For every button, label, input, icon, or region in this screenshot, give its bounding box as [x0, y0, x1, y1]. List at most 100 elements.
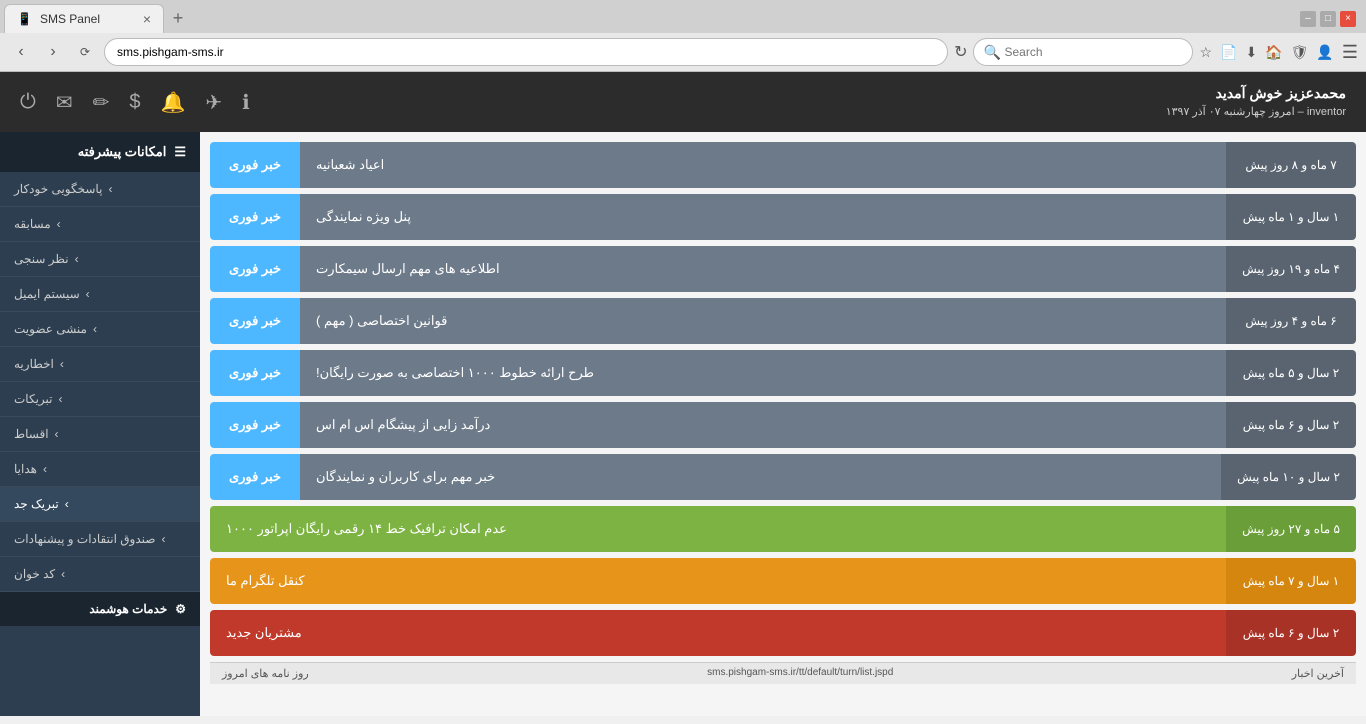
news-list: ۷ ماه و ۸ روز پیش اعیاد شعبانیه خبر فوری…: [210, 142, 1356, 656]
news-item[interactable]: ۲ سال و ۶ ماه پیش درآمد زایی از پیشگام ا…: [210, 402, 1356, 448]
menu-btn[interactable]: ☰: [1342, 42, 1358, 63]
footer-bar: آخرین اخبار sms.pishgam-sms.ir/tt/defaul…: [210, 662, 1356, 684]
user-name: محمدعزیز خوش آمدید: [1166, 83, 1346, 104]
back-btn[interactable]: ‹: [8, 39, 34, 65]
news-badge: خبر فوری: [210, 454, 300, 500]
news-item[interactable]: ۶ ماه و ۴ روز پیش قوانین اختصاصی ( مهم )…: [210, 298, 1356, 344]
news-title: درآمد زایی از پیشگام اس ام اس: [300, 402, 1226, 448]
sidebar-item[interactable]: › هدایا: [0, 452, 200, 487]
sidebar-item[interactable]: › اخطاریه: [0, 347, 200, 382]
bookmark-star-icon[interactable]: ☆: [1199, 44, 1212, 61]
news-item[interactable]: ۷ ماه و ۸ روز پیش اعیاد شعبانیه خبر فوری: [210, 142, 1356, 188]
news-title: اطلاعیه های مهم ارسال سیمکارت: [300, 246, 1226, 292]
power-btn[interactable]: ⏻: [20, 91, 36, 114]
sidebar-item[interactable]: ›کد خوان: [0, 557, 200, 592]
chevron-icon: ›: [61, 567, 65, 581]
address-bar-row: ‹ › ⟳ ↻ 🔍 ☆ 📄 ⬇ 🏠 🛡 👤 ☰: [0, 33, 1366, 71]
home-btn[interactable]: ⟳: [72, 39, 98, 65]
sidebar-item-label: اخطاریه: [14, 357, 54, 371]
news-item[interactable]: ۴ ماه و ۱۹ روز پیش اطلاعیه های مهم ارسال…: [210, 246, 1356, 292]
news-date: ۴ ماه و ۱۹ روز پیش: [1226, 246, 1356, 292]
news-item[interactable]: ۲ سال و ۶ ماه پیش مشتریان جدید: [210, 610, 1356, 656]
reader-icon[interactable]: 📄: [1220, 44, 1237, 61]
chevron-icon: ›: [55, 427, 59, 441]
news-date: ۵ ماه و ۲۷ روز پیش: [1226, 506, 1356, 552]
news-title: قوانین اختصاصی ( مهم ): [300, 298, 1226, 344]
user-info: محمدعزیز خوش آمدید inventor – امروز چهار…: [1166, 83, 1346, 121]
news-date: ۱ سال و ۷ ماه پیش: [1226, 558, 1356, 604]
news-item[interactable]: ۵ ماه و ۲۷ روز پیش عدم امکان ترافیک خط ۱…: [210, 506, 1356, 552]
sidebar-item[interactable]: ›تبریک جد: [0, 487, 200, 522]
content-area: ۷ ماه و ۸ روز پیش اعیاد شعبانیه خبر فوری…: [200, 132, 1366, 716]
news-item[interactable]: ۲ سال و ۵ ماه پیش طرح ارائه خطوط ۱۰۰۰ اخ…: [210, 350, 1356, 396]
news-date: ۲ سال و ۵ ماه پیش: [1226, 350, 1356, 396]
main-content: ۷ ماه و ۸ روز پیش اعیاد شعبانیه خبر فوری…: [0, 132, 1366, 716]
sidebar-item-label: تبریکات: [14, 392, 53, 406]
news-date: ۶ ماه و ۴ روز پیش: [1226, 298, 1356, 344]
news-title: پنل ویژه نمایندگی: [300, 194, 1226, 240]
browser-chrome: 📱 SMS Panel × + – □ × ‹ › ⟳ ↻ 🔍 ☆ 📄 ⬇ 🏠 …: [0, 0, 1366, 72]
news-date: ۲ سال و ۱۰ ماه پیش: [1221, 454, 1356, 500]
right-sidebar: ☰ امکانات پیشرفته › پاسخگویی خودکار › مسابق…: [0, 132, 200, 716]
sidebar-items: ›پاسخگویی خودکار›مسابقه›نظر سنجی›سیستم ا…: [0, 172, 200, 592]
sidebar-item-label: نظر سنجی: [14, 252, 69, 266]
news-badge: خبر فوری: [210, 350, 300, 396]
shield-icon[interactable]: 🛡: [1291, 44, 1309, 61]
tab-bar: 📱 SMS Panel × + – □ ×: [0, 0, 1366, 33]
sidebar-item-label: پاسخگویی خودکار: [14, 182, 102, 196]
sidebar-item[interactable]: ›منشی عضویت: [0, 312, 200, 347]
sidebar-item[interactable]: › اقساط: [0, 417, 200, 452]
chevron-icon: ›: [43, 462, 47, 476]
footer-url: sms.pishgam-sms.ir/tt/default/turn/list.…: [707, 667, 893, 680]
notification-btn[interactable]: 🔔: [160, 90, 185, 115]
news-item[interactable]: ۱ سال و ۷ ماه پیش کنقل تلگرام ما: [210, 558, 1356, 604]
refresh-btn[interactable]: ↻: [954, 42, 967, 62]
active-tab[interactable]: 📱 SMS Panel ×: [4, 4, 164, 33]
send-btn[interactable]: ✈: [205, 90, 222, 115]
address-input[interactable]: [104, 38, 948, 66]
sidebar-item[interactable]: › پاسخگویی خودکار: [0, 172, 200, 207]
window-minimize-btn[interactable]: –: [1300, 11, 1316, 27]
chevron-icon: ›: [59, 392, 63, 406]
news-title: اعیاد شعبانیه: [300, 142, 1226, 188]
sidebar-item-label: اقساط: [14, 427, 49, 441]
sidebar-item-label: مسابقه: [14, 217, 51, 231]
email-btn[interactable]: ✉: [56, 90, 73, 115]
chevron-icon: ›: [57, 217, 61, 231]
sidebar-header: ☰ امکانات پیشرفته: [0, 132, 200, 172]
sidebar-item[interactable]: ›صندوق انتقادات و پیشنهادات: [0, 522, 200, 557]
chevron-icon: ›: [93, 322, 97, 336]
news-date: ۷ ماه و ۸ روز پیش: [1226, 142, 1356, 188]
sidebar-item-label: هدایا: [14, 462, 37, 476]
sidebar-item[interactable]: ›نظر سنجی: [0, 242, 200, 277]
news-title: کنقل تلگرام ما: [210, 558, 1226, 604]
search-input[interactable]: [973, 38, 1193, 66]
download-icon[interactable]: ⬇: [1245, 44, 1257, 61]
billing-btn[interactable]: $: [129, 91, 140, 114]
new-tab-btn[interactable]: +: [164, 5, 192, 33]
forward-btn[interactable]: ›: [40, 39, 66, 65]
window-maximize-btn[interactable]: □: [1320, 11, 1336, 27]
tab-close-btn[interactable]: ×: [143, 11, 151, 27]
news-date: ۲ سال و ۶ ماه پیش: [1226, 610, 1356, 656]
news-badge: خبر فوری: [210, 194, 300, 240]
sidebar-item-label: تبریک جد: [14, 497, 59, 511]
news-badge: خبر فوری: [210, 246, 300, 292]
chevron-icon: ›: [108, 182, 112, 196]
sidebar-item[interactable]: › مسابقه: [0, 207, 200, 242]
home-icon[interactable]: 🏠: [1265, 44, 1282, 61]
list-icon: ☰: [174, 144, 186, 160]
tab-icon: 📱: [17, 12, 32, 26]
sidebar-item[interactable]: ›سیستم ایمیل: [0, 277, 200, 312]
window-close-btn[interactable]: ×: [1340, 11, 1356, 27]
info-btn[interactable]: ℹ: [242, 90, 250, 115]
user-subtitle: inventor – امروز چهارشنبه ۰۷ آذر ۱۳۹۷: [1166, 104, 1346, 121]
profile-icon[interactable]: 👤: [1316, 44, 1333, 61]
news-item[interactable]: ۲ سال و ۱۰ ماه پیش خبر مهم برای کاربران …: [210, 454, 1356, 500]
sidebar-footer-label: خدمات هوشمند: [89, 602, 167, 616]
compose-btn[interactable]: ✏: [93, 90, 110, 115]
news-title: مشتریان جدید: [210, 610, 1226, 656]
sidebar-item[interactable]: › تبریکات: [0, 382, 200, 417]
news-item[interactable]: ۱ سال و ۱ ماه پیش پنل ویژه نمایندگی خبر …: [210, 194, 1356, 240]
chevron-icon: ›: [60, 357, 64, 371]
